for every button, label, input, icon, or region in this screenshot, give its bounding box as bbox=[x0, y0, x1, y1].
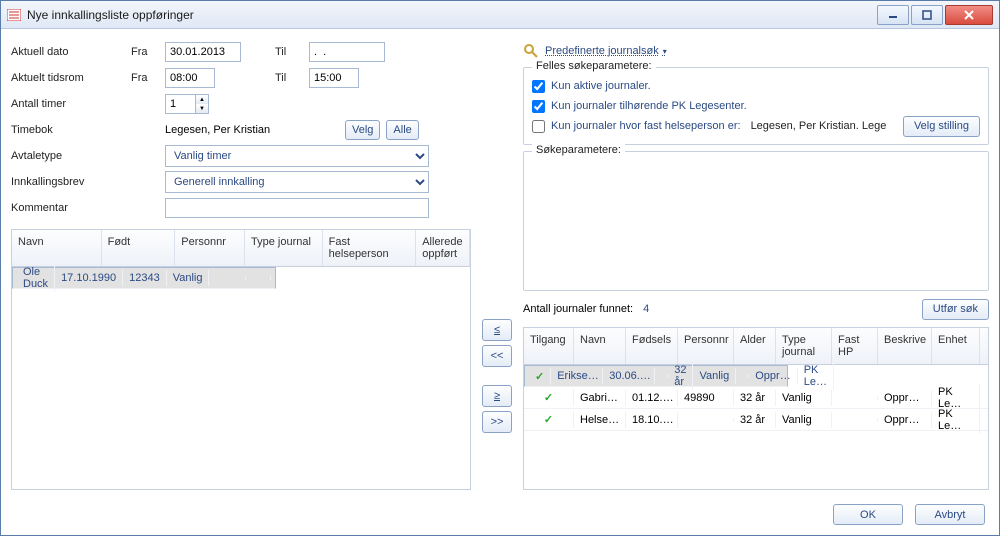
avtaletype-select[interactable]: Vanlig timer bbox=[165, 145, 429, 167]
col-personnr-r[interactable]: Personnr bbox=[678, 328, 734, 364]
antall-timer-spinner[interactable]: ▲▼ bbox=[165, 94, 209, 114]
col-allerede[interactable]: Allerede oppført bbox=[416, 230, 470, 266]
felles-group: Felles søkeparametere: Kun aktive journa… bbox=[523, 67, 989, 145]
maximize-button[interactable] bbox=[911, 5, 943, 25]
app-icon bbox=[7, 9, 21, 21]
til-label-2: Til bbox=[275, 72, 309, 84]
ok-button[interactable]: OK bbox=[833, 504, 903, 525]
chk-aktive[interactable] bbox=[532, 80, 545, 93]
check-icon: ✓ bbox=[535, 370, 544, 383]
window-body: Aktuell dato Fra Til Aktuelt tidsrom Fra… bbox=[1, 29, 999, 498]
col-personnr[interactable]: Personnr bbox=[175, 230, 245, 266]
count-row: Antall journaler funnet: 4 Utfør søk bbox=[523, 297, 989, 321]
utfor-sok-button[interactable]: Utfør søk bbox=[922, 299, 989, 320]
right-pane: Predefinerte journalsøk▾ Felles søkepara… bbox=[523, 39, 989, 490]
dato-til-input[interactable] bbox=[309, 42, 385, 62]
col-tilgang[interactable]: Tilgang bbox=[524, 328, 574, 364]
close-button[interactable] bbox=[945, 5, 993, 25]
move-right-one-button[interactable]: ≥ bbox=[482, 385, 512, 407]
chk-fast[interactable] bbox=[532, 120, 545, 133]
col-fodsels[interactable]: Fødsels bbox=[626, 328, 678, 364]
avtaletype-label: Avtaletype bbox=[11, 150, 131, 162]
chevron-down-icon: ▾ bbox=[663, 47, 667, 56]
kommentar-label: Kommentar bbox=[11, 202, 131, 214]
spinner-arrows[interactable]: ▲▼ bbox=[195, 94, 209, 114]
velg-button[interactable]: Velg bbox=[345, 120, 380, 140]
velg-stilling-button[interactable]: Velg stilling bbox=[903, 116, 980, 137]
col-navn[interactable]: Navn bbox=[12, 230, 102, 266]
window-title: Nye innkallingsliste oppføringer bbox=[27, 8, 877, 22]
col-enhet[interactable]: Enhet bbox=[932, 328, 980, 364]
antall-timer-label: Antall timer bbox=[11, 98, 131, 110]
table-row[interactable]: Ole Duck 17.10.1990 12343 Vanlig bbox=[12, 267, 276, 289]
move-left-all-button[interactable]: << bbox=[482, 345, 512, 367]
col-fasthp-r[interactable]: Fast HP bbox=[832, 328, 878, 364]
check-icon: ✓ bbox=[530, 391, 567, 404]
move-right-all-button[interactable]: >> bbox=[482, 411, 512, 433]
chk-aktive-label: Kun aktive journaler. bbox=[551, 80, 651, 92]
left-table: Navn Født Personnr Type journal Fast hel… bbox=[11, 229, 471, 490]
timebok-value: Legesen, Per Kristian bbox=[165, 124, 345, 136]
fast-person-value: Legesen, Per Kristian. Lege bbox=[751, 120, 887, 132]
predef-search-link[interactable]: Predefinerte journalsøk▾ bbox=[545, 45, 667, 57]
chk-pk[interactable] bbox=[532, 100, 545, 113]
window-controls bbox=[877, 5, 995, 25]
results-header: Tilgang Navn Fødsels Personnr Alder Type… bbox=[524, 328, 988, 365]
avbryt-button[interactable]: Avbryt bbox=[915, 504, 985, 525]
timebok-label: Timebok bbox=[11, 124, 131, 136]
col-navn-r[interactable]: Navn bbox=[574, 328, 626, 364]
col-fodt[interactable]: Født bbox=[102, 230, 176, 266]
col-beskriv[interactable]: Beskrive bbox=[878, 328, 932, 364]
tid-til-input[interactable] bbox=[309, 68, 359, 88]
innkallingsbrev-select[interactable]: Generell innkalling bbox=[165, 171, 429, 193]
mid-pane: ≤ << ≥ >> bbox=[479, 39, 515, 490]
chk-fast-label: Kun journaler hvor fast helseperson er: bbox=[551, 120, 741, 132]
chk-pk-label: Kun journaler tilhørende PK Legesenter. bbox=[551, 100, 747, 112]
kommentar-input[interactable] bbox=[165, 198, 429, 218]
alle-button[interactable]: Alle bbox=[386, 120, 418, 140]
fra-label-2: Fra bbox=[131, 72, 165, 84]
antall-label: Antall journaler funnet: bbox=[523, 303, 633, 315]
table-row[interactable]: ✓ Erikse… 30.06.… 32 år Vanlig Oppr… PK … bbox=[524, 365, 788, 387]
table-row[interactable]: ✓ Helse… 18.10.… 32 år Vanlig Oppr… PK L… bbox=[524, 409, 988, 431]
antall-timer-input[interactable] bbox=[165, 94, 195, 114]
minimize-button[interactable] bbox=[877, 5, 909, 25]
table-row[interactable]: ✓ Gabri… 01.12.… 49890 32 år Vanlig Oppr… bbox=[524, 387, 988, 409]
tid-fra-input[interactable] bbox=[165, 68, 215, 88]
innkallingsbrev-label: Innkallingsbrev bbox=[11, 176, 131, 188]
felles-legend: Felles søkeparametere: bbox=[532, 60, 656, 72]
col-fasthp[interactable]: Fast helseperson bbox=[323, 230, 417, 266]
col-type-r[interactable]: Type journal bbox=[776, 328, 832, 364]
search-icon bbox=[523, 43, 539, 59]
dato-fra-input[interactable] bbox=[165, 42, 241, 62]
titlebar: Nye innkallingsliste oppføringer bbox=[1, 1, 999, 29]
window: Nye innkallingsliste oppføringer Aktuell… bbox=[0, 0, 1000, 536]
col-alder[interactable]: Alder bbox=[734, 328, 776, 364]
antall-value: 4 bbox=[643, 303, 649, 315]
check-icon: ✓ bbox=[530, 413, 567, 426]
sokeparam-legend: Søkeparametere: bbox=[532, 144, 625, 156]
move-left-one-button[interactable]: ≤ bbox=[482, 319, 512, 341]
footer: OK Avbryt bbox=[1, 498, 999, 535]
col-type[interactable]: Type journal bbox=[245, 230, 323, 266]
results-table: Tilgang Navn Fødsels Personnr Alder Type… bbox=[523, 327, 989, 490]
aktuell-dato-label: Aktuell dato bbox=[11, 46, 131, 58]
til-label-1: Til bbox=[275, 46, 309, 58]
left-pane: Aktuell dato Fra Til Aktuelt tidsrom Fra… bbox=[11, 39, 471, 490]
left-table-header: Navn Født Personnr Type journal Fast hel… bbox=[12, 230, 470, 267]
aktuell-tidsrom-label: Aktuelt tidsrom bbox=[11, 72, 131, 84]
fra-label-1: Fra bbox=[131, 46, 165, 58]
sokeparam-group: Søkeparametere: bbox=[523, 151, 989, 291]
